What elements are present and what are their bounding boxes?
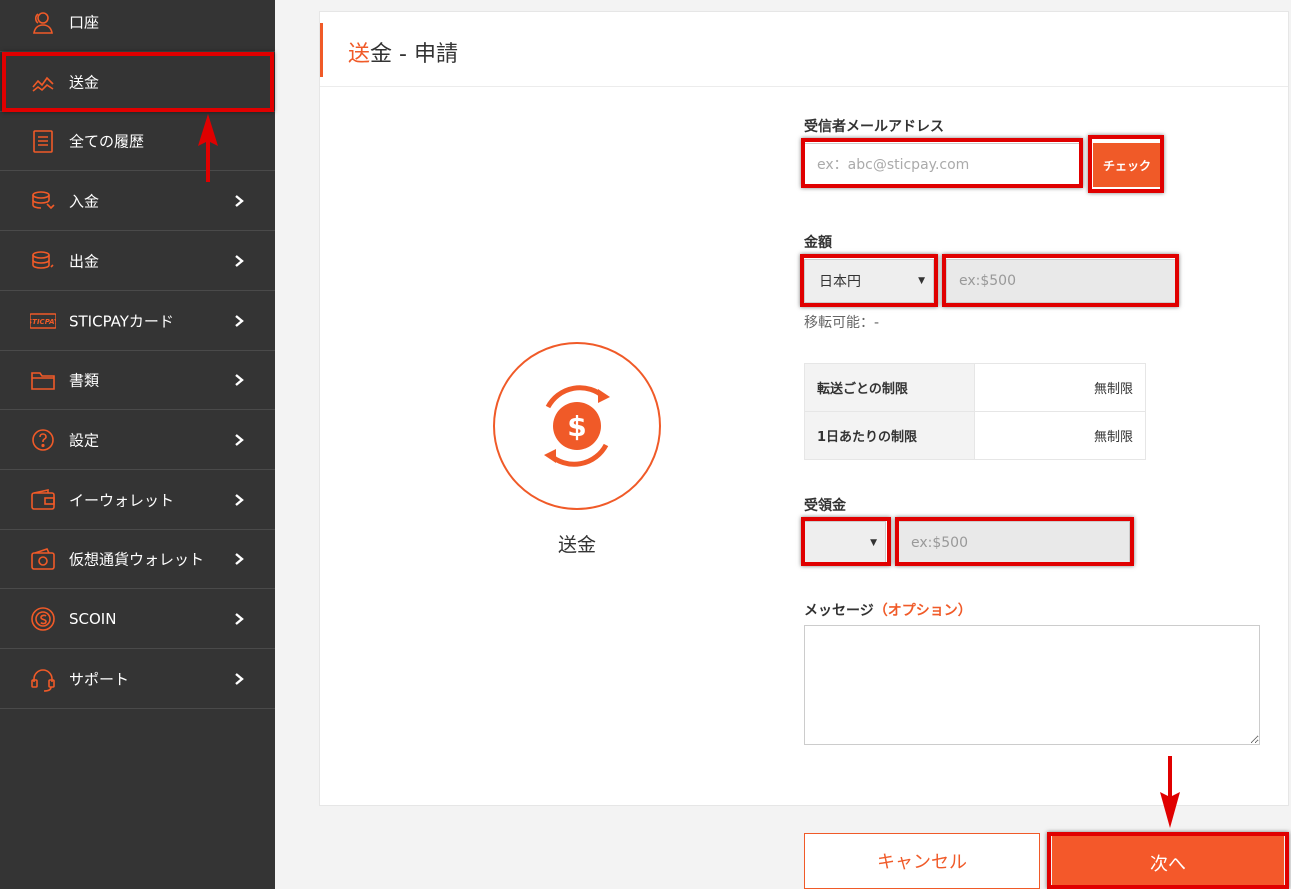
check-button[interactable]: チェック	[1093, 143, 1161, 187]
chevron-right-icon	[235, 672, 244, 685]
chevron-right-icon	[235, 254, 244, 267]
caret-down-icon: ▼	[870, 538, 877, 548]
amount-input[interactable]	[946, 259, 1176, 303]
sidebar-item-label: 設定	[69, 431, 100, 449]
headset-icon	[31, 668, 55, 692]
message-textarea[interactable]	[804, 625, 1260, 745]
sidebar-item-label: サポート	[69, 670, 130, 688]
sidebar-item-support[interactable]: サポート	[0, 649, 275, 709]
chevron-right-icon	[235, 552, 244, 565]
next-button[interactable]: 次へ	[1052, 836, 1284, 889]
limits-table: 転送ごとの制限 無制限 1日あたりの制限 無制限	[804, 363, 1146, 460]
sidebar-item-sticpay-card[interactable]: STICPAY STICPAYカード	[0, 291, 275, 351]
message-label-text: メッセージ	[804, 603, 874, 619]
history-list-icon	[33, 129, 53, 153]
sidebar-item-crypto-wallet[interactable]: 仮想通貨ウォレット	[0, 529, 275, 589]
sidebar-item-label: 送金	[69, 73, 100, 91]
header-accent-bar	[320, 23, 323, 77]
transfer-chart-icon	[32, 76, 54, 92]
caret-down-icon: ▼	[918, 276, 925, 286]
sidebar-item-label: STICPAYカード	[69, 312, 174, 330]
limit-key: 1日あたりの制限	[804, 411, 975, 460]
receive-amount-input[interactable]	[898, 521, 1130, 565]
optional-text: （オプション）	[873, 603, 972, 619]
wallet-icon	[31, 488, 55, 510]
receive-currency-select[interactable]: ▼	[804, 521, 886, 565]
recipient-email-input[interactable]	[804, 143, 1080, 187]
sidebar-item-scoin[interactable]: SCOIN	[0, 589, 275, 649]
sidebar-item-label: 出金	[69, 252, 100, 270]
transfer-money-icon: $	[493, 342, 661, 510]
table-row: 転送ごとの制限 無制限	[804, 363, 1146, 412]
currency-select-value: 日本円	[819, 274, 861, 290]
receive-amount-label: 受領金	[804, 498, 846, 514]
chevron-right-icon	[235, 493, 244, 506]
chevron-right-icon	[235, 314, 244, 327]
title-accent-text: 送	[348, 42, 371, 67]
account-icon	[33, 11, 53, 34]
sidebar-item-ewallet[interactable]: イーウォレット	[0, 470, 275, 530]
sidebar-item-label: 仮想通貨ウォレット	[69, 550, 205, 568]
sidebar-item-documents[interactable]: 書類	[0, 350, 275, 410]
chevron-right-icon	[235, 373, 244, 386]
sidebar-item-transfer[interactable]: 送金	[0, 52, 275, 112]
sidebar-item-label: SCOIN	[69, 609, 117, 628]
transferable-text: 移転可能：-	[804, 315, 880, 331]
sticpay-card-icon: STICPAY	[30, 312, 56, 329]
sidebar-item-withdraw[interactable]: 出金	[0, 231, 275, 291]
sidebar-item-deposit[interactable]: 入金	[0, 171, 275, 231]
crypto-wallet-icon	[31, 547, 55, 570]
sidebar-item-history[interactable]: 全ての履歴	[0, 111, 275, 171]
withdraw-coins-icon	[32, 250, 54, 269]
chevron-right-icon	[235, 612, 244, 625]
svg-text:$: $	[567, 410, 586, 443]
limit-key: 転送ごとの制限	[804, 363, 975, 412]
panel-header: 送金 - 申請	[320, 12, 1288, 87]
sidebar-item-label: 入金	[69, 192, 100, 210]
email-label: 受信者メールアドレス	[804, 119, 944, 135]
limit-value: 無制限	[974, 411, 1146, 460]
sidebar-item-settings[interactable]: 設定	[0, 410, 275, 470]
svg-text:STICPAY: STICPAY	[30, 318, 56, 326]
table-row: 1日あたりの制限 無制限	[804, 411, 1146, 460]
sidebar-item-label: 書類	[69, 371, 100, 389]
sidebar-item-label: 全ての履歴	[69, 132, 145, 150]
sidebar-item-account[interactable]: 口座	[0, 0, 275, 52]
deposit-coins-icon	[32, 190, 55, 209]
cancel-button[interactable]: キャンセル	[804, 833, 1040, 889]
folder-icon	[31, 371, 55, 390]
message-label: メッセージ（オプション）	[804, 600, 972, 620]
page-title: 送金 - 申請	[348, 36, 458, 68]
sidebar-item-label: イーウォレット	[69, 491, 175, 509]
transfer-panel: 送金 - 申請 $ 送金 受信者メールアドレス チェック 金額 日本円 ▼ 移転…	[319, 11, 1289, 806]
title-text: 金 - 申請	[370, 42, 458, 67]
sidebar-item-label: 口座	[69, 13, 100, 31]
help-circle-icon	[32, 428, 54, 451]
scoin-icon	[31, 606, 55, 631]
icon-caption: 送金	[557, 534, 596, 556]
sidebar: 口座 送金 全ての履歴 入金 出金 STICPAY STICPAYカード 書類 …	[0, 0, 275, 889]
chevron-right-icon	[235, 433, 244, 446]
currency-select[interactable]: 日本円 ▼	[804, 259, 934, 303]
limit-value: 無制限	[974, 363, 1146, 412]
chevron-right-icon	[235, 194, 244, 207]
amount-label: 金額	[804, 235, 832, 251]
